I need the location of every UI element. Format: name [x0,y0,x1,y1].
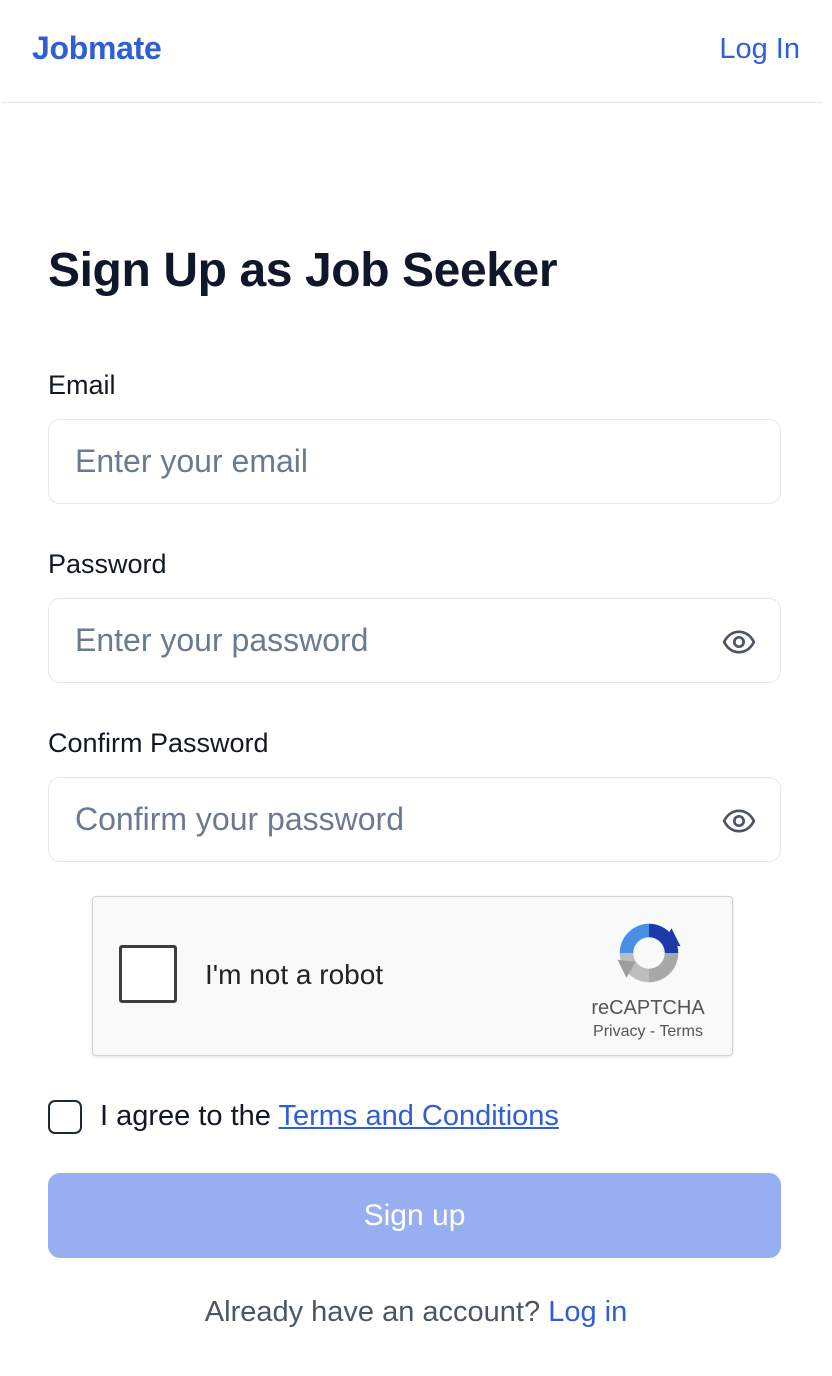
confirm-password-label: Confirm Password [48,728,269,758]
brand-logo-link[interactable]: Jobmate [32,30,162,67]
confirm-password-input[interactable] [75,778,695,861]
recaptcha-privacy-link[interactable]: Privacy [593,1023,645,1040]
terms-prefix: I agree to the [100,1100,279,1132]
eye-icon[interactable] [722,804,756,838]
confirm-password-field-container [48,777,781,862]
login-prompt: Already have an account? Log in [0,1296,832,1329]
email-field-container [48,419,781,504]
terms-checkbox[interactable] [48,1100,82,1134]
eye-icon[interactable] [722,625,756,659]
password-input[interactable] [75,599,695,682]
terms-link[interactable]: Terms and Conditions [278,1100,558,1132]
page-title: Sign Up as Job Seeker [48,244,558,297]
recaptcha-checkbox[interactable] [119,945,177,1003]
recaptcha-terms-link[interactable]: Terms [659,1023,703,1040]
email-label: Email [48,370,116,400]
recaptcha-links: Privacy - Terms [573,1023,723,1041]
header-login-link[interactable]: Log In [719,33,800,66]
recaptcha-label: I'm not a robot [205,959,384,990]
recaptcha-widget: I'm not a robot reCAPTCHA Privacy - Term… [92,896,733,1056]
sign-up-button[interactable]: Sign up [48,1173,781,1258]
email-input[interactable] [75,420,695,503]
top-navbar: Jobmate Log In [2,0,822,103]
login-prompt-text: Already have an account? [204,1296,549,1328]
password-field-container [48,598,781,683]
recaptcha-logo-icon [617,923,681,983]
recaptcha-brand: reCAPTCHA [591,997,705,1019]
footer-login-link[interactable]: Log in [548,1296,627,1328]
password-label: Password [48,549,167,579]
recaptcha-links-separator: - [645,1023,660,1040]
terms-agreement: I agree to the Terms and Conditions [100,1100,559,1133]
